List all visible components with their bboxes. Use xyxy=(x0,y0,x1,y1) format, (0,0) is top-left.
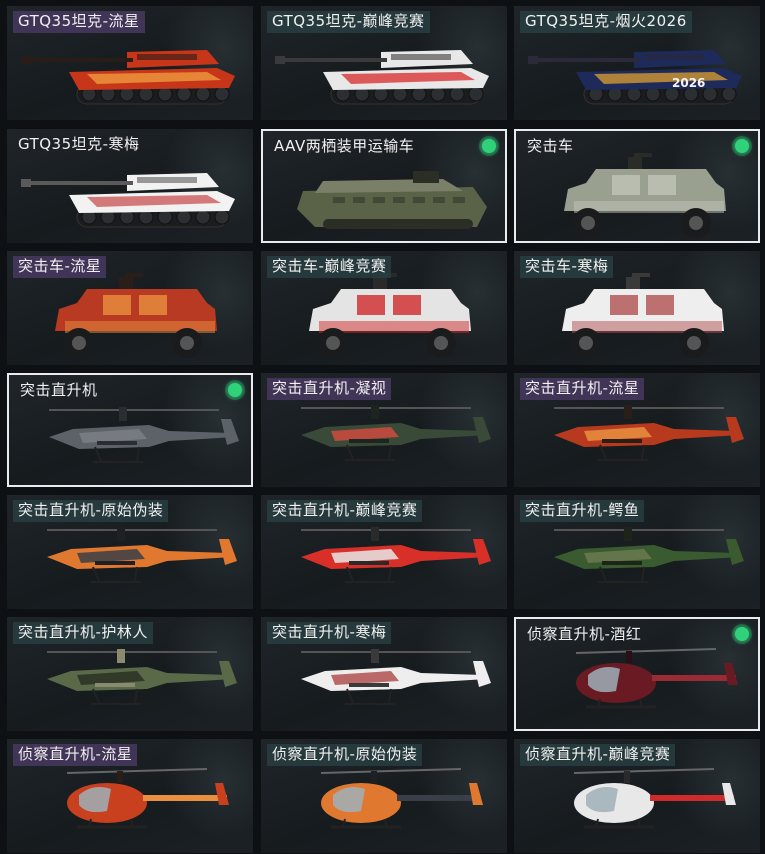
vehicle-skin-grid: GTQ35坦克-流星 GTQ35坦克-巅峰竞赛 2026 GTQ35坦克-烟火2026… xyxy=(0,0,765,854)
decal-text: 2026 xyxy=(672,76,705,90)
selected-indicator-icon xyxy=(735,139,749,153)
vehicle-skin-card[interactable]: 突击直升机-护林人 xyxy=(7,617,253,731)
selected-indicator-icon xyxy=(482,139,496,153)
vehicle-skin-label: 突击直升机-原始伪装 xyxy=(13,500,169,522)
vehicle-skin-card[interactable]: GTQ35坦克-寒梅 xyxy=(7,129,253,243)
vehicle-skin-card[interactable]: 侦察直升机-原始伪装 xyxy=(261,739,507,853)
vehicle-skin-label: 突击直升机-寒梅 xyxy=(267,622,392,644)
vehicle-skin-label: AAV两栖装甲运输车 xyxy=(274,137,415,155)
vehicle-skin-card[interactable]: 突击直升机 xyxy=(7,373,253,487)
vehicle-skin-label: GTQ35坦克-寒梅 xyxy=(18,135,140,153)
vehicle-skin-label: GTQ35坦克-烟火2026 xyxy=(520,11,692,33)
vehicle-skin-label: 突击车-寒梅 xyxy=(520,256,614,278)
vehicle-skin-card[interactable]: AAV两栖装甲运输车 xyxy=(261,129,507,243)
vehicle-skin-label: 侦察直升机-原始伪装 xyxy=(267,744,423,766)
vehicle-skin-card[interactable]: 侦察直升机-流星 xyxy=(7,739,253,853)
vehicle-skin-label: GTQ35坦克-流星 xyxy=(13,11,145,33)
vehicle-skin-card[interactable]: 突击车-巅峰竞赛 xyxy=(261,251,507,365)
selected-indicator-icon xyxy=(228,383,242,397)
vehicle-skin-label: 侦察直升机-巅峰竞赛 xyxy=(520,744,676,766)
vehicle-skin-label: 侦察直升机-酒红 xyxy=(527,625,642,643)
vehicle-skin-card[interactable]: 突击直升机-鳄鱼 xyxy=(514,495,760,609)
vehicle-skin-label: 突击直升机-护林人 xyxy=(13,622,153,644)
vehicle-skin-label: 突击直升机-巅峰竞赛 xyxy=(267,500,423,522)
vehicle-skin-label: 突击直升机 xyxy=(20,381,98,399)
vehicle-skin-card[interactable]: GTQ35坦克-巅峰竞赛 xyxy=(261,6,507,120)
vehicle-skin-card[interactable]: 侦察直升机-巅峰竞赛 xyxy=(514,739,760,853)
vehicle-skin-card[interactable]: 突击直升机-巅峰竞赛 xyxy=(261,495,507,609)
vehicle-skin-label: 突击车-流星 xyxy=(13,256,107,278)
vehicle-skin-card[interactable]: 突击直升机-原始伪装 xyxy=(7,495,253,609)
vehicle-skin-card[interactable]: GTQ35坦克-流星 xyxy=(7,6,253,120)
selected-indicator-icon xyxy=(735,627,749,641)
vehicle-skin-card[interactable]: 突击车 xyxy=(514,129,760,243)
vehicle-skin-card[interactable]: 突击直升机-流星 xyxy=(514,373,760,487)
vehicle-skin-label: 突击直升机-流星 xyxy=(520,378,645,400)
vehicle-skin-card[interactable]: 2026 GTQ35坦克-烟火2026 xyxy=(514,6,760,120)
vehicle-skin-card[interactable]: 突击车-寒梅 xyxy=(514,251,760,365)
vehicle-skin-card[interactable]: 侦察直升机-酒红 xyxy=(514,617,760,731)
vehicle-skin-label: 突击车-巅峰竞赛 xyxy=(267,256,392,278)
vehicle-skin-label: 侦察直升机-流星 xyxy=(13,744,138,766)
vehicle-skin-label: 突击车 xyxy=(527,137,574,155)
vehicle-skin-label: 突击直升机-鳄鱼 xyxy=(520,500,645,522)
vehicle-skin-card[interactable]: 突击车-流星 xyxy=(7,251,253,365)
vehicle-skin-card[interactable]: 突击直升机-寒梅 xyxy=(261,617,507,731)
vehicle-skin-card[interactable]: 突击直升机-凝视 xyxy=(261,373,507,487)
vehicle-skin-label: 突击直升机-凝视 xyxy=(267,378,392,400)
vehicle-skin-label: GTQ35坦克-巅峰竞赛 xyxy=(267,11,430,33)
